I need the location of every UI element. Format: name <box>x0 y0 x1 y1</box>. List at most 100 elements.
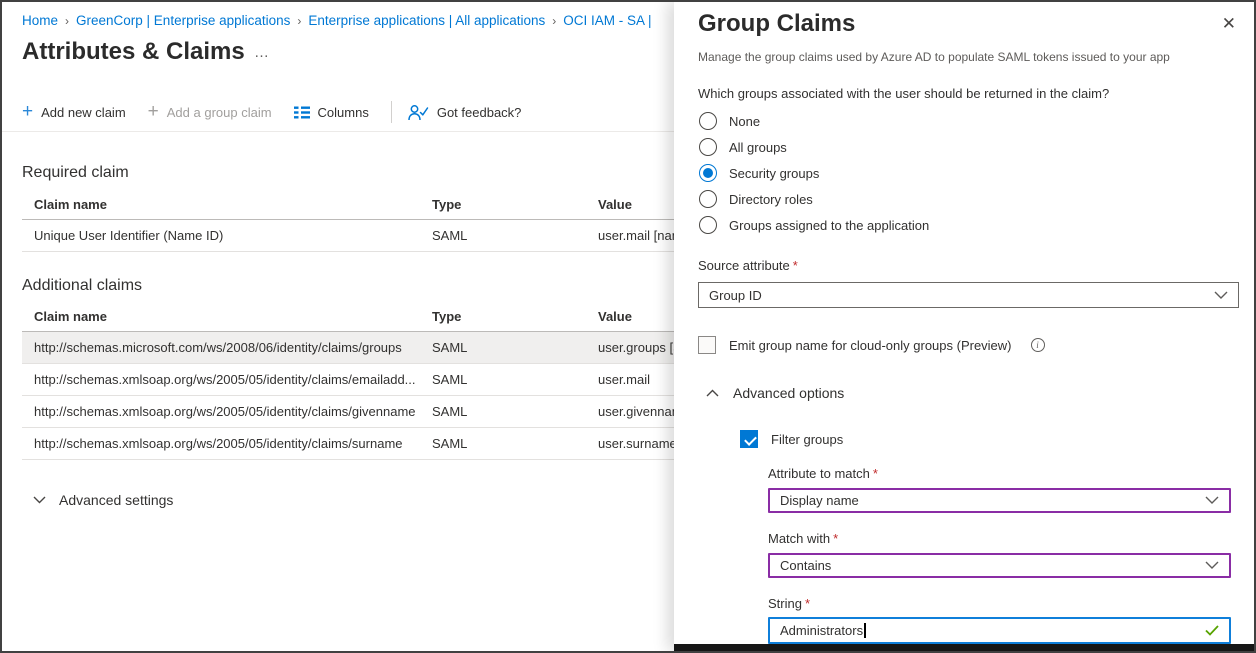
table-row-groups-claim[interactable]: http://schemas.microsoft.com/ws/2008/06/… <box>22 332 674 364</box>
panel-bottom-edge <box>674 644 1256 651</box>
column-type: Type <box>432 197 598 212</box>
radio-icon <box>699 216 717 234</box>
advanced-options-toggle[interactable]: Advanced options <box>706 385 844 401</box>
source-attribute-dropdown[interactable]: Group ID <box>698 282 1239 308</box>
column-claim-name: Claim name <box>34 197 432 212</box>
checkbox-unchecked-icon[interactable] <box>698 336 716 354</box>
claim-name-cell: Unique User Identifier (Name ID) <box>34 228 432 243</box>
radio-all-groups[interactable]: All groups <box>699 138 929 156</box>
breadcrumb-all-applications[interactable]: Enterprise applications | All applicatio… <box>308 13 545 28</box>
required-asterisk: * <box>805 596 810 611</box>
valid-check-icon <box>1205 625 1219 636</box>
type-cell: SAML <box>432 340 598 355</box>
additional-claims-heading: Additional claims <box>22 277 142 295</box>
required-claim-table: Claim name Type Value Unique User Identi… <box>22 190 674 252</box>
checkbox-checked-icon[interactable] <box>740 430 758 448</box>
chevron-down-icon <box>33 496 46 504</box>
table-row-surname-claim[interactable]: http://schemas.xmlsoap.org/ws/2005/05/id… <box>22 428 674 460</box>
match-with-label: Match with* <box>768 531 838 546</box>
filter-groups-checkbox-row[interactable]: Filter groups <box>740 430 843 448</box>
advanced-settings-toggle[interactable]: Advanced settings <box>33 492 173 508</box>
got-feedback-button[interactable]: Got feedback? <box>408 104 522 121</box>
page-title: Attributes & Claims <box>22 38 245 66</box>
type-cell: SAML <box>432 228 598 243</box>
filter-groups-label: Filter groups <box>771 432 843 447</box>
table-row-email-claim[interactable]: http://schemas.xmlsoap.org/ws/2005/05/id… <box>22 364 674 396</box>
attribute-to-match-dropdown[interactable]: Display name <box>768 488 1231 513</box>
add-group-claim-label: Add a group claim <box>167 105 272 120</box>
add-group-claim-button[interactable]: + Add a group claim <box>148 104 272 120</box>
info-icon[interactable]: i <box>1031 338 1045 352</box>
columns-label: Columns <box>318 105 369 120</box>
claim-name-cell: http://schemas.microsoft.com/ws/2008/06/… <box>34 340 432 355</box>
breadcrumb-home[interactable]: Home <box>22 13 58 28</box>
value-cell: user.surname <box>598 436 674 451</box>
chevron-down-icon <box>1205 496 1219 505</box>
string-input[interactable]: Administrators <box>768 617 1231 644</box>
group-claims-question: Which groups associated with the user sh… <box>698 86 1109 101</box>
advanced-options-label: Advanced options <box>733 385 844 401</box>
radio-icon <box>699 112 717 130</box>
radio-icon <box>699 138 717 156</box>
plus-icon: + <box>148 104 159 120</box>
toolbar: + Add new claim + Add a group claim Colu… <box>22 101 543 123</box>
type-cell: SAML <box>432 436 598 451</box>
group-type-radio-group: None All groups Security groups Director… <box>699 112 929 234</box>
azure-portal-window: Home › GreenCorp | Enterprise applicatio… <box>0 0 1256 653</box>
claim-name-cell: http://schemas.xmlsoap.org/ws/2005/05/id… <box>34 372 432 387</box>
required-claim-heading: Required claim <box>22 164 129 182</box>
radio-directory-roles[interactable]: Directory roles <box>699 190 929 208</box>
group-claims-panel: Group Claims ✕ Manage the group claims u… <box>674 2 1256 651</box>
additional-claims-table: Claim name Type Value http://schemas.mic… <box>22 302 674 460</box>
claim-name-cell: http://schemas.xmlsoap.org/ws/2005/05/id… <box>34 404 432 419</box>
required-asterisk: * <box>793 258 798 273</box>
radio-none[interactable]: None <box>699 112 929 130</box>
breadcrumb-oci-iam[interactable]: OCI IAM - SA | <box>563 13 651 28</box>
source-attribute-label: Source attribute* <box>698 258 798 273</box>
attribute-to-match-value: Display name <box>780 493 859 508</box>
value-cell: user.givennam <box>598 404 674 419</box>
add-new-claim-label: Add new claim <box>41 105 126 120</box>
required-asterisk: * <box>873 466 878 481</box>
table-row[interactable]: Unique User Identifier (Name ID) SAML us… <box>22 220 674 252</box>
plus-icon: + <box>22 104 33 120</box>
radio-icon <box>699 190 717 208</box>
chevron-up-icon <box>706 389 719 397</box>
advanced-settings-label: Advanced settings <box>59 492 173 508</box>
column-value: Value <box>598 309 674 324</box>
value-cell: user.groups [S <box>598 340 674 355</box>
chevron-right-icon: › <box>65 14 69 28</box>
close-icon[interactable]: ✕ <box>1222 14 1236 34</box>
radio-security-groups[interactable]: Security groups <box>699 164 929 182</box>
column-value: Value <box>598 197 674 212</box>
claim-name-cell: http://schemas.xmlsoap.org/ws/2005/05/id… <box>34 436 432 451</box>
value-cell: user.mail [nam <box>598 228 674 243</box>
match-with-value: Contains <box>780 558 831 573</box>
got-feedback-label: Got feedback? <box>437 105 522 120</box>
attribute-to-match-label: Attribute to match* <box>768 466 878 481</box>
radio-groups-assigned[interactable]: Groups assigned to the application <box>699 216 929 234</box>
emit-group-name-checkbox-row[interactable]: Emit group name for cloud-only groups (P… <box>698 336 1045 354</box>
breadcrumb-enterprise-applications[interactable]: GreenCorp | Enterprise applications <box>76 13 290 28</box>
column-claim-name: Claim name <box>34 309 432 324</box>
column-type: Type <box>432 309 598 324</box>
add-new-claim-button[interactable]: + Add new claim <box>22 104 126 120</box>
panel-subtitle: Manage the group claims used by Azure AD… <box>698 50 1218 64</box>
text-cursor <box>864 623 866 638</box>
table-header-row: Claim name Type Value <box>22 302 674 332</box>
feedback-person-icon <box>408 104 429 121</box>
columns-button[interactable]: Columns <box>294 105 369 120</box>
panel-title: Group Claims <box>698 10 855 38</box>
more-options-icon[interactable]: … <box>254 44 270 61</box>
type-cell: SAML <box>432 372 598 387</box>
string-input-value: Administrators <box>780 623 863 638</box>
radio-label: Groups assigned to the application <box>729 218 929 233</box>
radio-label: Security groups <box>729 166 819 181</box>
emit-group-name-label: Emit group name for cloud-only groups (P… <box>729 338 1012 353</box>
type-cell: SAML <box>432 404 598 419</box>
chevron-down-icon <box>1205 561 1219 570</box>
table-row-givenname-claim[interactable]: http://schemas.xmlsoap.org/ws/2005/05/id… <box>22 396 674 428</box>
toolbar-divider <box>391 101 392 123</box>
columns-icon <box>294 106 310 119</box>
match-with-dropdown[interactable]: Contains <box>768 553 1231 578</box>
